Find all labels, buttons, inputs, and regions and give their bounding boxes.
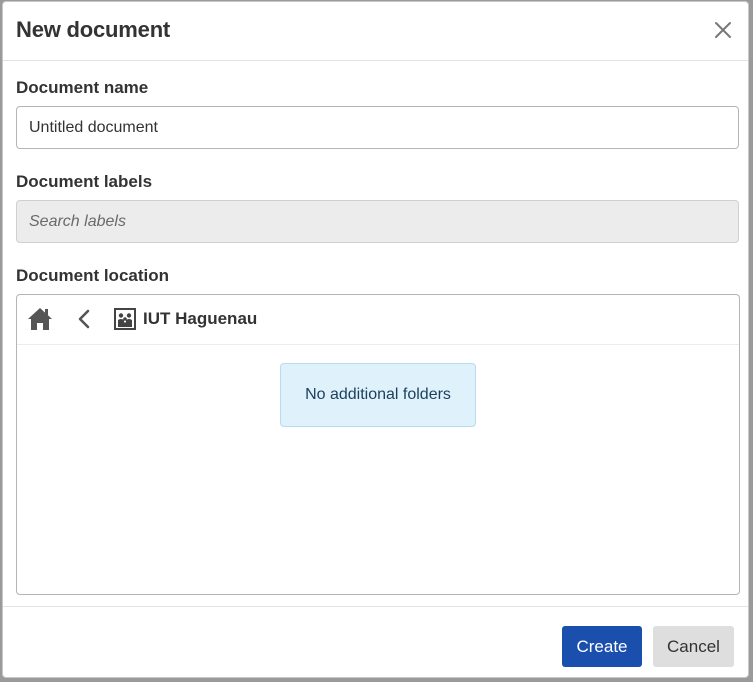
close-icon[interactable] (712, 19, 734, 41)
team-icon (114, 308, 136, 330)
document-labels-label: Document labels (16, 172, 153, 191)
home-icon[interactable] (27, 307, 53, 331)
dialog-header: New document (3, 2, 748, 61)
document-name-input[interactable] (16, 106, 739, 149)
breadcrumb-current-folder[interactable]: IUT Haguenau (143, 309, 257, 329)
dialog-title: New document (16, 17, 171, 42)
new-document-dialog: New document Document name Document labe… (2, 1, 749, 678)
document-location-label: Document location (16, 266, 170, 285)
create-button[interactable]: Create (562, 626, 642, 667)
dialog-footer: Create Cancel (3, 606, 748, 677)
document-name-label: Document name (16, 78, 149, 97)
location-toolbar: IUT Haguenau (17, 295, 739, 345)
search-labels-input[interactable] (16, 200, 739, 243)
empty-folders-message: No additional folders (280, 363, 476, 427)
cancel-button[interactable]: Cancel (653, 626, 734, 667)
chevron-left-icon[interactable] (75, 308, 93, 330)
location-browser: IUT Haguenau No additional folders (16, 294, 740, 595)
